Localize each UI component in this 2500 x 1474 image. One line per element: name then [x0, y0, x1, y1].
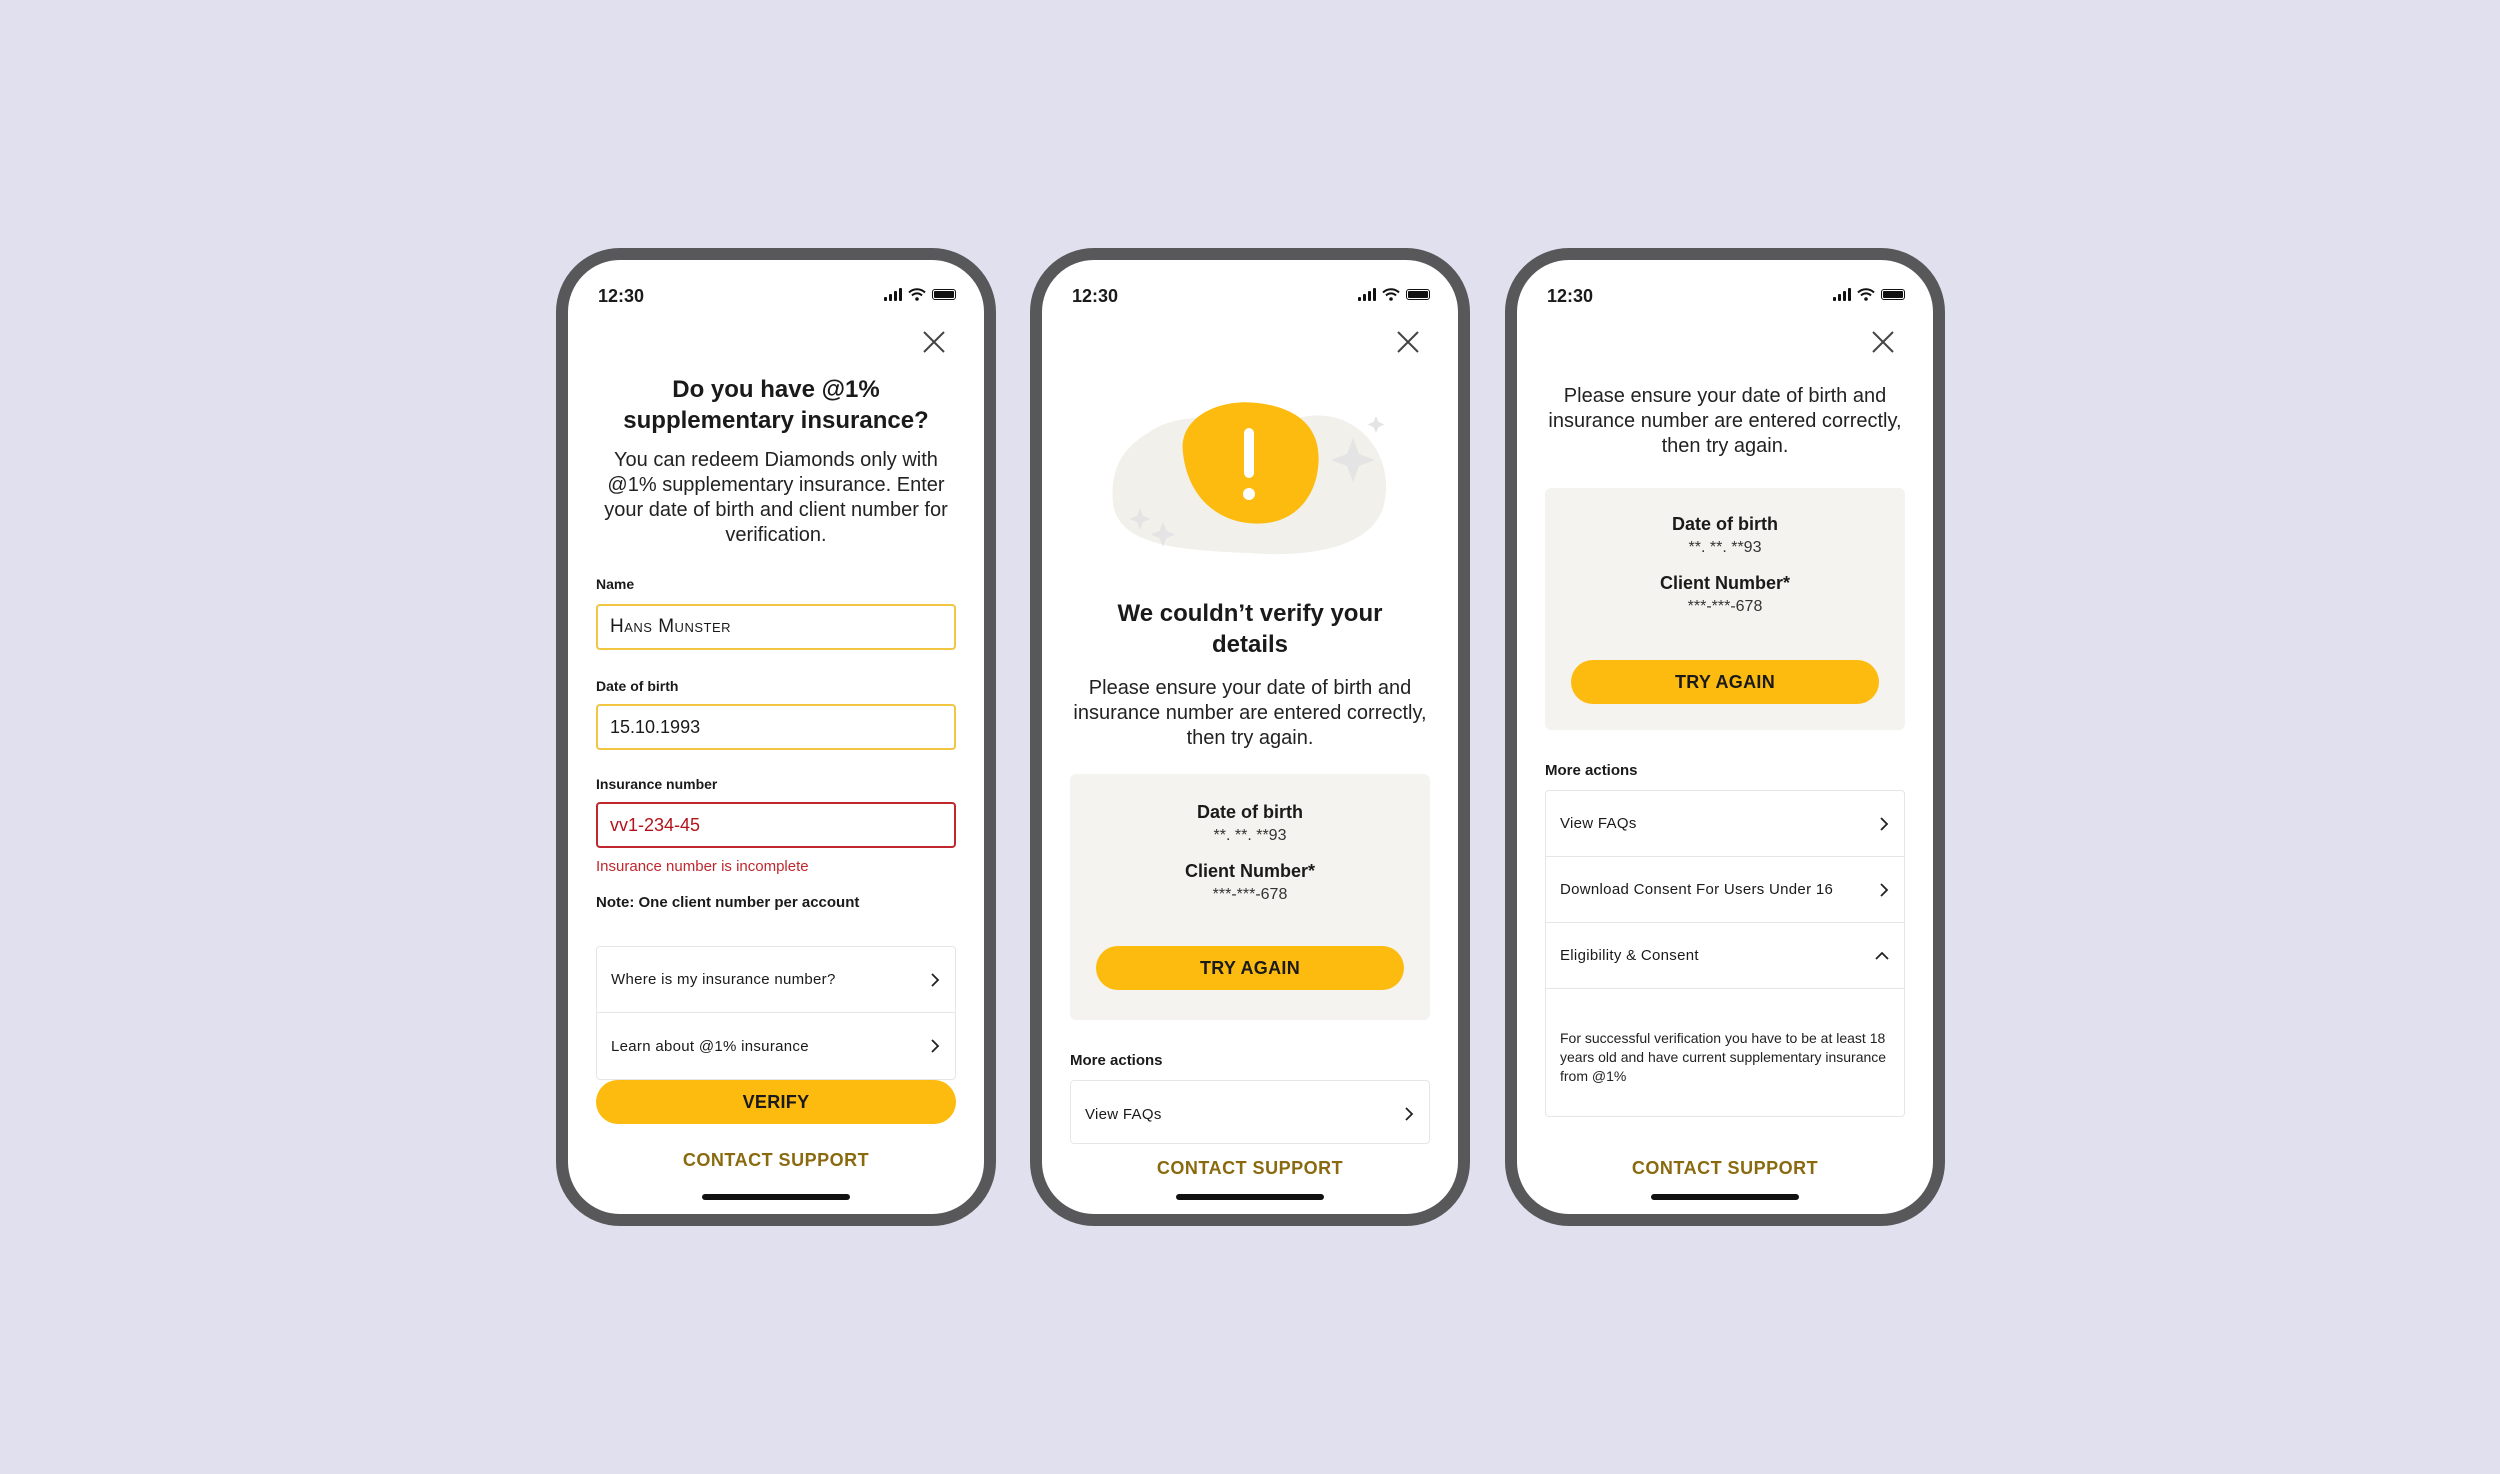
- verify-button[interactable]: VERIFY: [596, 1080, 956, 1124]
- details-card: Date of birth **. **. **93 Client Number…: [1545, 488, 1905, 730]
- dob-value: 15.10.1993: [610, 716, 701, 737]
- try-again-button[interactable]: TRY AGAIN: [1096, 946, 1404, 990]
- list-item-label: View FAQs: [1085, 1105, 1162, 1123]
- status-bar: 12:30: [1517, 282, 1933, 312]
- phone-verify-error-scrolled: 12:30 Please ensure your date of birth a…: [1505, 248, 1945, 1226]
- client-number-label: Client Number*: [1659, 573, 1791, 593]
- status-bar: 12:30: [568, 282, 984, 312]
- page-description: You can redeem Diamonds only with @1% su…: [604, 449, 948, 546]
- home-indicator: [1651, 1194, 1799, 1200]
- chevron-right-icon: [1405, 1107, 1414, 1121]
- home-indicator: [702, 1194, 850, 1200]
- insurance-number-field[interactable]: vv1-234-45: [596, 802, 956, 848]
- dob-label: Date of birth: [596, 678, 679, 694]
- contact-support-link[interactable]: CONTACT SUPPORT: [1517, 1158, 1933, 1179]
- page-title: We couldn’t verify your details: [1117, 600, 1383, 658]
- contact-support-link[interactable]: CONTACT SUPPORT: [568, 1150, 984, 1171]
- list-item-label: Download Consent For Users Under 16: [1560, 881, 1834, 898]
- dob-label: Date of birth: [1197, 802, 1303, 822]
- status-bar: 12:30: [1042, 282, 1458, 312]
- dob-field[interactable]: 15.10.1993: [596, 704, 956, 750]
- name-value: Hans Munster: [610, 616, 732, 637]
- account-note: Note: One client number per account: [596, 894, 860, 911]
- insurance-error-message: Insurance number is incomplete: [596, 858, 809, 875]
- more-actions-heading: More actions: [1070, 1052, 1163, 1069]
- view-faqs-item[interactable]: View FAQs: [1546, 791, 1904, 857]
- details-card: Date of birth **. **. **93 Client Number…: [1070, 774, 1430, 1020]
- close-icon[interactable]: [1394, 328, 1422, 356]
- download-consent-item[interactable]: Download Consent For Users Under 16: [1546, 857, 1904, 923]
- help-item-learn-insurance[interactable]: Learn about @1% insurance: [597, 1013, 955, 1079]
- close-icon[interactable]: [1869, 328, 1897, 356]
- battery-icon: [932, 289, 956, 300]
- chevron-right-icon: [1880, 882, 1889, 897]
- wifi-icon: [1382, 288, 1400, 301]
- list-item-label: Eligibility & Consent: [1560, 947, 1699, 964]
- close-icon[interactable]: [920, 328, 948, 356]
- more-actions-heading: More actions: [1545, 762, 1638, 779]
- phone-verify-form: 12:30 Do you have @1% supplementary insu…: [556, 248, 996, 1226]
- dob-label: Date of birth: [1672, 514, 1778, 534]
- battery-icon: [1881, 289, 1905, 300]
- name-field[interactable]: Hans Munster: [596, 604, 956, 650]
- client-number-value: ***-***-678: [1212, 886, 1288, 903]
- view-faqs-item[interactable]: View FAQs: [1071, 1081, 1429, 1143]
- eligibility-details: For successful verification you have to …: [1560, 1030, 1887, 1084]
- dob-value: **. **. **93: [1213, 827, 1287, 844]
- warning-illustration-icon: [1112, 402, 1387, 555]
- help-item-where-insurance-number[interactable]: Where is my insurance number?: [597, 947, 955, 1013]
- chevron-right-icon: [931, 972, 940, 987]
- status-time: 12:30: [1072, 286, 1119, 306]
- name-label: Name: [596, 576, 635, 592]
- contact-support-link[interactable]: CONTACT SUPPORT: [1042, 1158, 1458, 1179]
- insurance-label: Insurance number: [596, 776, 718, 792]
- status-time: 12:30: [1547, 286, 1594, 306]
- page-title: Do you have @1% supplementary insurance?: [623, 376, 929, 434]
- home-indicator: [1176, 1194, 1324, 1200]
- try-again-button[interactable]: TRY AGAIN: [1571, 660, 1879, 704]
- client-number-value: ***-***-678: [1687, 598, 1763, 615]
- page-description: Please ensure your date of birth and ins…: [1548, 385, 1902, 457]
- eligibility-consent-item[interactable]: Eligibility & Consent: [1546, 923, 1904, 989]
- list-item-label: Learn about @1% insurance: [611, 1037, 809, 1055]
- chevron-right-icon: [1880, 816, 1889, 831]
- more-actions-list: View FAQs Download Consent For Users Und…: [1545, 790, 1905, 1117]
- list-item-label: View FAQs: [1560, 815, 1637, 832]
- signal-icon: [1358, 288, 1376, 301]
- insurance-value: vv1-234-45: [610, 814, 701, 835]
- battery-icon: [1406, 289, 1430, 300]
- more-actions-list: View FAQs: [1070, 1080, 1430, 1144]
- chevron-up-icon: [1875, 951, 1889, 960]
- page-description: Please ensure your date of birth and ins…: [1073, 677, 1427, 749]
- phone-verify-error: 12:30 We couldn’t verify your details Pl…: [1030, 248, 1470, 1226]
- wifi-icon: [908, 288, 926, 301]
- chevron-right-icon: [931, 1039, 940, 1053]
- dob-value: **. **. **93: [1688, 539, 1762, 556]
- wifi-icon: [1857, 288, 1875, 301]
- help-list: Where is my insurance number? Learn abou…: [596, 946, 956, 1080]
- signal-icon: [1833, 288, 1851, 301]
- status-time: 12:30: [598, 286, 645, 306]
- signal-icon: [884, 288, 902, 301]
- client-number-label: Client Number*: [1184, 861, 1316, 881]
- list-item-label: Where is my insurance number?: [611, 971, 836, 988]
